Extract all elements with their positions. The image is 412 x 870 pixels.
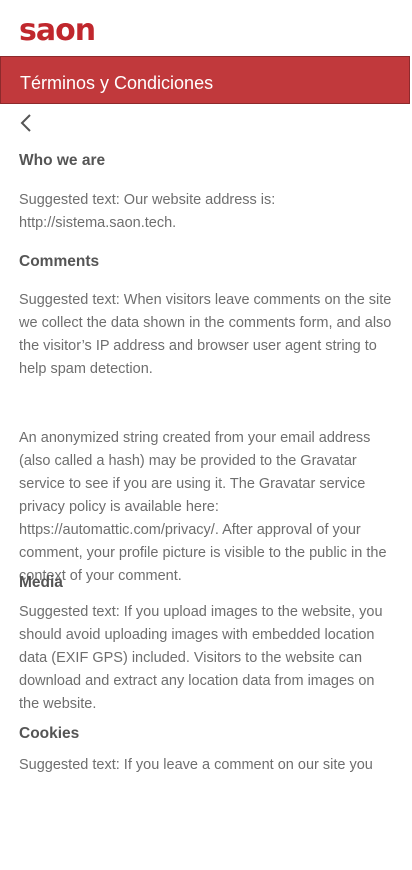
section-text-comments: Suggested text: When visitors leave comm…	[19, 292, 392, 377]
section-text-cookies: Suggested text: If you leave a comment o…	[19, 757, 373, 773]
top-bar: saon	[0, 0, 412, 56]
saon-logo[interactable]: saon	[19, 14, 96, 48]
section-text-gravatar: An anonymized string created from your e…	[19, 430, 387, 584]
section-heading-comments: Comments	[19, 253, 100, 270]
page-title: Términos y Condiciones	[20, 73, 214, 93]
back-button[interactable]	[17, 112, 37, 134]
chevron-left-icon	[20, 114, 31, 132]
section-heading-media: Media	[19, 574, 63, 591]
section-heading-who-we-are: Who we are	[19, 152, 106, 169]
section-heading-cookies: Cookies	[19, 725, 80, 742]
section-text-who-we-are: Suggested text: Our website address is: …	[19, 192, 276, 231]
page-title-bar: Términos y Condiciones	[0, 56, 410, 104]
section-text-media: Suggested text: If you upload images to …	[19, 604, 383, 712]
